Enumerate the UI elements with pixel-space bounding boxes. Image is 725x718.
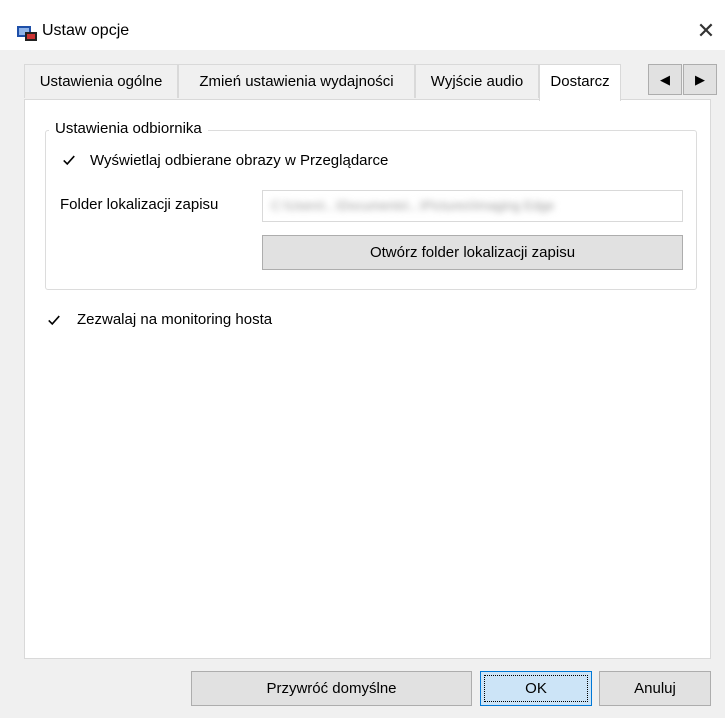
receiver-settings-group: Wyświetlaj odbierane obrazy w Przeglądar… xyxy=(45,130,697,290)
tab-general[interactable]: Ustawienia ogólne xyxy=(24,64,178,98)
ok-button[interactable]: OK xyxy=(480,671,592,706)
host-monitoring-checkbox[interactable] xyxy=(47,313,61,327)
tab-scroll-right-icon[interactable]: ▶ xyxy=(683,64,717,95)
cancel-button[interactable]: Anuluj xyxy=(599,671,711,706)
close-icon[interactable]: ✕ xyxy=(690,15,722,47)
tab-performance[interactable]: Zmień ustawienia wydajności xyxy=(178,64,415,98)
checkmark-icon xyxy=(63,155,75,166)
show-images-label: Wyświetlaj odbierane obrazy w Przeglądar… xyxy=(90,152,389,169)
tab-audio-output[interactable]: Wyjście audio xyxy=(415,64,539,98)
options-dialog: Ustaw opcje ✕ Ustawienia ogólne Zmień us… xyxy=(0,0,725,718)
tab-scroll-buttons: ◀ ▶ xyxy=(648,64,717,95)
host-monitoring-label: Zezwalaj na monitoring hosta xyxy=(77,311,273,328)
checkmark-icon xyxy=(48,315,60,326)
tab-scroll-left-icon[interactable]: ◀ xyxy=(648,64,682,95)
tab-deliver[interactable]: Dostarcz xyxy=(539,64,621,101)
show-images-checkbox[interactable] xyxy=(62,153,76,167)
title-bar: Ustaw opcje ✕ xyxy=(0,0,725,50)
window-title: Ustaw opcje xyxy=(42,22,130,39)
tab-page-deliver: Wyświetlaj odbierane obrazy w Przeglądar… xyxy=(24,99,711,659)
receiver-group-label: Ustawienia odbiornika xyxy=(49,120,208,137)
focus-rectangle xyxy=(484,675,588,702)
open-save-folder-button[interactable]: Otwórz folder lokalizacji zapisu xyxy=(262,235,683,270)
save-folder-label: Folder lokalizacji zapisu xyxy=(60,196,219,213)
save-folder-value: C:\Users\...\Documents\...\Pictures\Imag… xyxy=(271,198,555,213)
app-icon xyxy=(16,24,38,42)
save-folder-field[interactable]: C:\Users\...\Documents\...\Pictures\Imag… xyxy=(262,190,683,222)
restore-defaults-button[interactable]: Przywróć domyślne xyxy=(191,671,472,706)
